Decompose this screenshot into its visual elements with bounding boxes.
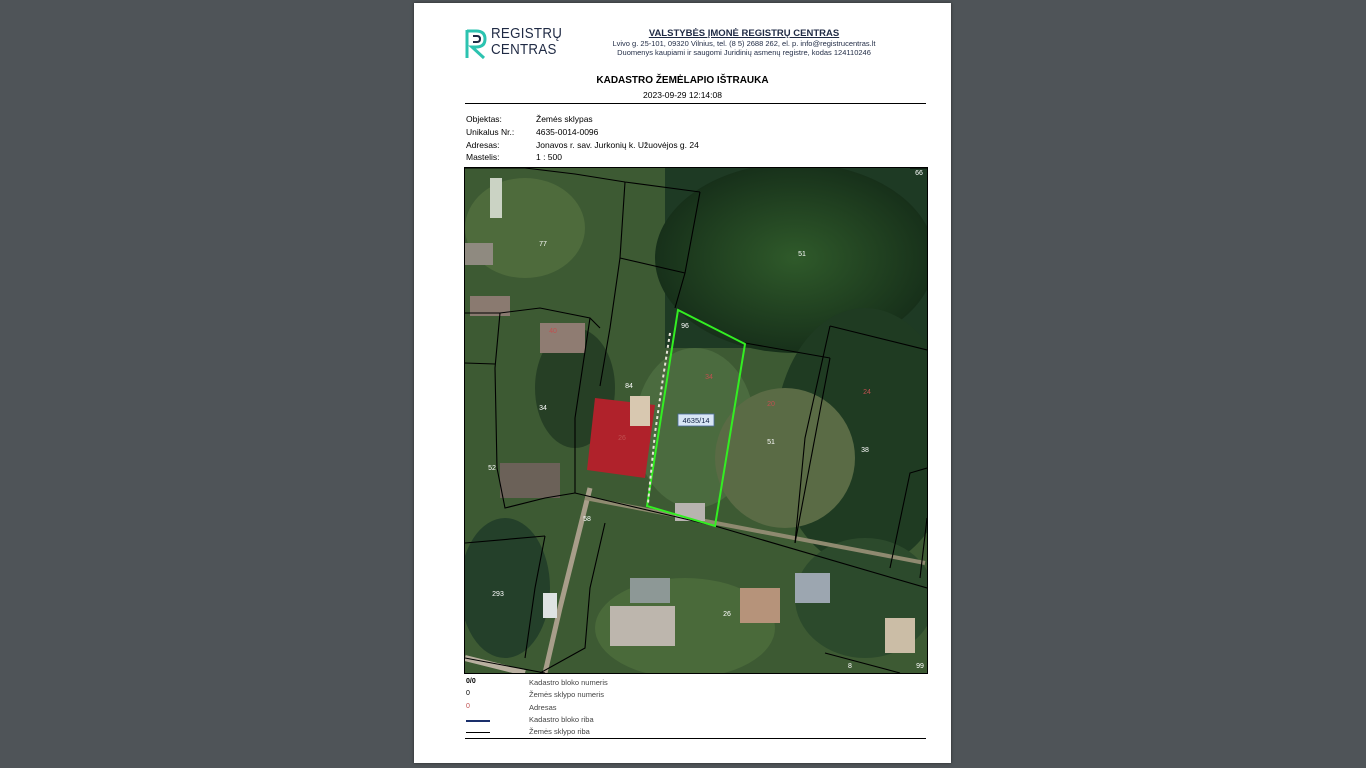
- organization-address: Lvivo g. 25-101, 09320 Vilnius, tel. (8 …: [612, 39, 876, 48]
- legend-symbol: 0/0: [466, 678, 476, 685]
- parcel-number: 66: [915, 170, 923, 177]
- document-date: 2023-09-29 12:14:08: [643, 90, 722, 100]
- parcel-number: 293: [492, 591, 504, 598]
- legend-label: Kadastro bloko riba: [529, 714, 594, 724]
- house: [795, 573, 830, 603]
- greenhouse: [490, 178, 502, 218]
- info-row-address: Adresas: Jonavos r. sav. Jurkonių k. Užuo…: [466, 139, 766, 152]
- legend-label: Kadastro bloko numeris: [529, 678, 608, 687]
- header-divider: [465, 103, 926, 104]
- house: [610, 606, 675, 646]
- legend-item-block-boundary: Kadastro bloko riba: [466, 715, 766, 727]
- address-number: 26: [618, 435, 626, 442]
- parcel-number: 52: [488, 465, 496, 472]
- legend-item-address: 0 Adresas: [466, 703, 766, 715]
- info-label: Unikalus Nr.:: [466, 126, 515, 137]
- legend-label: Žemės sklypo numeris: [529, 690, 605, 700]
- parcel-number: 38: [861, 447, 869, 454]
- parcel-number: 8: [848, 663, 852, 670]
- footer-divider: [465, 738, 926, 739]
- parcel-number: 84: [625, 383, 633, 390]
- house-annex: [630, 396, 650, 426]
- info-value: 4635-0014-0096: [536, 126, 599, 137]
- legend-item-block-number: 0/0 Kadastro bloko numeris: [466, 678, 766, 690]
- organization-name: VALSTYBĖS ĮMONĖ REGISTRŲ CENTRAS: [648, 28, 840, 39]
- house: [885, 618, 915, 653]
- house: [540, 323, 585, 353]
- parcel-number: 96: [681, 323, 689, 330]
- legend-symbol: 0: [466, 702, 470, 710]
- legend-item-plot-number: 0 Žemės sklypo numeris: [466, 690, 766, 702]
- registru-centras-logo: REGISTRŲ CENTRAS: [464, 27, 564, 63]
- plot-boundary-line-icon: [466, 732, 490, 734]
- legend-label: Adresas: [529, 702, 557, 712]
- parcel-number: 51: [798, 251, 806, 258]
- parcel-number: 99: [916, 663, 924, 670]
- info-value: 1 : 500: [536, 152, 562, 163]
- document-title: KADASTRO ŽEMĖLAPIO IŠTRAUKA: [596, 75, 769, 86]
- address-number: 20: [767, 401, 775, 408]
- document-page: REGISTRŲ CENTRAS VALSTYBĖS ĮMONĖ REGISTR…: [414, 3, 951, 763]
- address-number: 34: [705, 374, 713, 381]
- info-label: Adresas:: [466, 139, 500, 150]
- info-row-unique-number: Unikalus Nr.: 4635-0014-0096: [466, 126, 766, 139]
- parcel-number: 51: [767, 439, 775, 446]
- info-label: Mastelis:: [466, 152, 500, 163]
- organization-header: VALSTYBĖS ĮMONĖ REGISTRŲ CENTRAS Lvivo g…: [594, 28, 894, 57]
- legend-symbol: 0: [466, 690, 470, 698]
- parcel-number: 26: [723, 611, 731, 618]
- cadastral-map[interactable]: 4635/14 66 77 51 96 40 34 24 20 84 26 51…: [464, 167, 928, 674]
- info-row-scale: Mastelis: 1 : 500: [466, 151, 766, 164]
- info-row-object: Objektas: Žemės sklypas: [466, 113, 766, 126]
- logo-text-line2: CENTRAS: [491, 42, 557, 58]
- parcel-number: 77: [539, 241, 547, 248]
- logo-r-icon: [465, 29, 487, 60]
- legend-label: Žemės sklypo riba: [529, 727, 590, 737]
- house: [740, 588, 780, 623]
- house: [500, 463, 560, 498]
- address-number: 40: [549, 328, 557, 335]
- info-value: Žemės sklypas: [536, 114, 593, 124]
- house: [630, 578, 670, 603]
- info-label: Objektas:: [466, 114, 502, 124]
- cadastral-map-image: 4635/14 66 77 51 96 40 34 24 20 84 26 51…: [465, 168, 927, 673]
- parcel-number: 58: [583, 516, 591, 523]
- block-boundary-line-icon: [466, 719, 490, 722]
- field-area: [715, 388, 855, 528]
- map-legend: 0/0 Kadastro bloko numeris 0 Žemės sklyp…: [466, 678, 766, 739]
- parcel-number: 34: [539, 405, 547, 412]
- info-value: Jonavos r. sav. Jurkonių k. Užuovėjos g.…: [536, 139, 699, 150]
- object-info: Objektas: Žemės sklypas Unikalus Nr.: 4635…: [466, 113, 766, 164]
- greenhouse: [543, 593, 557, 618]
- address-number: 24: [863, 389, 871, 396]
- plot-label: 4635/14: [682, 416, 709, 425]
- logo-text-line1: REGISTRŲ: [491, 26, 563, 42]
- organization-note: Duomenys kaupiami ir saugomi Juridinių a…: [617, 48, 871, 57]
- shed: [465, 243, 493, 265]
